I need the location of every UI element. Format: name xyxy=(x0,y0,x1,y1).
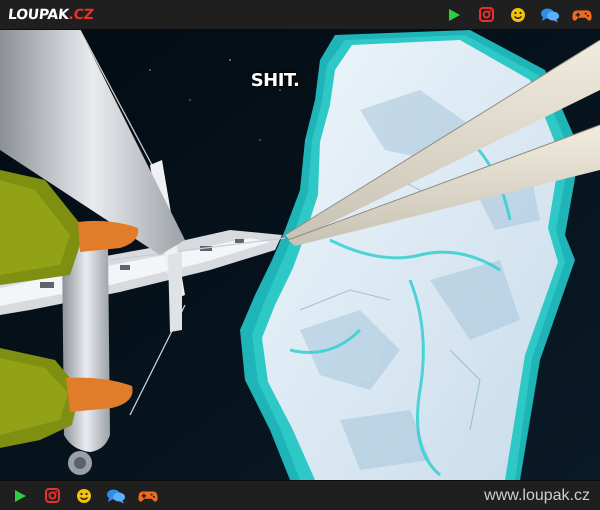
iceberg-from-mast-image xyxy=(0,30,600,480)
logo-suffix: .CZ xyxy=(67,6,95,23)
chat-icon[interactable] xyxy=(540,5,560,25)
bottom-icon-group xyxy=(10,486,158,506)
meme-photo: SHIT. xyxy=(0,30,600,480)
bottom-bar: www.loupak.cz xyxy=(0,480,600,510)
top-icon-group xyxy=(444,5,592,25)
gamepad-icon[interactable] xyxy=(138,486,158,506)
instagram-icon[interactable] xyxy=(42,486,62,506)
smiley-icon[interactable] xyxy=(74,486,94,506)
chat-icon[interactable] xyxy=(106,486,126,506)
instagram-icon[interactable] xyxy=(476,5,496,25)
site-url[interactable]: www.loupak.cz xyxy=(484,487,590,505)
top-bar: LOUPAK.CZ xyxy=(0,0,600,30)
play-icon[interactable] xyxy=(10,486,30,506)
play-icon[interactable] xyxy=(444,5,464,25)
logo-text: LOUPAK xyxy=(7,6,70,23)
meme-caption: SHIT. xyxy=(250,70,300,91)
gamepad-icon[interactable] xyxy=(572,5,592,25)
site-logo[interactable]: LOUPAK.CZ xyxy=(7,7,94,23)
smiley-icon[interactable] xyxy=(508,5,528,25)
